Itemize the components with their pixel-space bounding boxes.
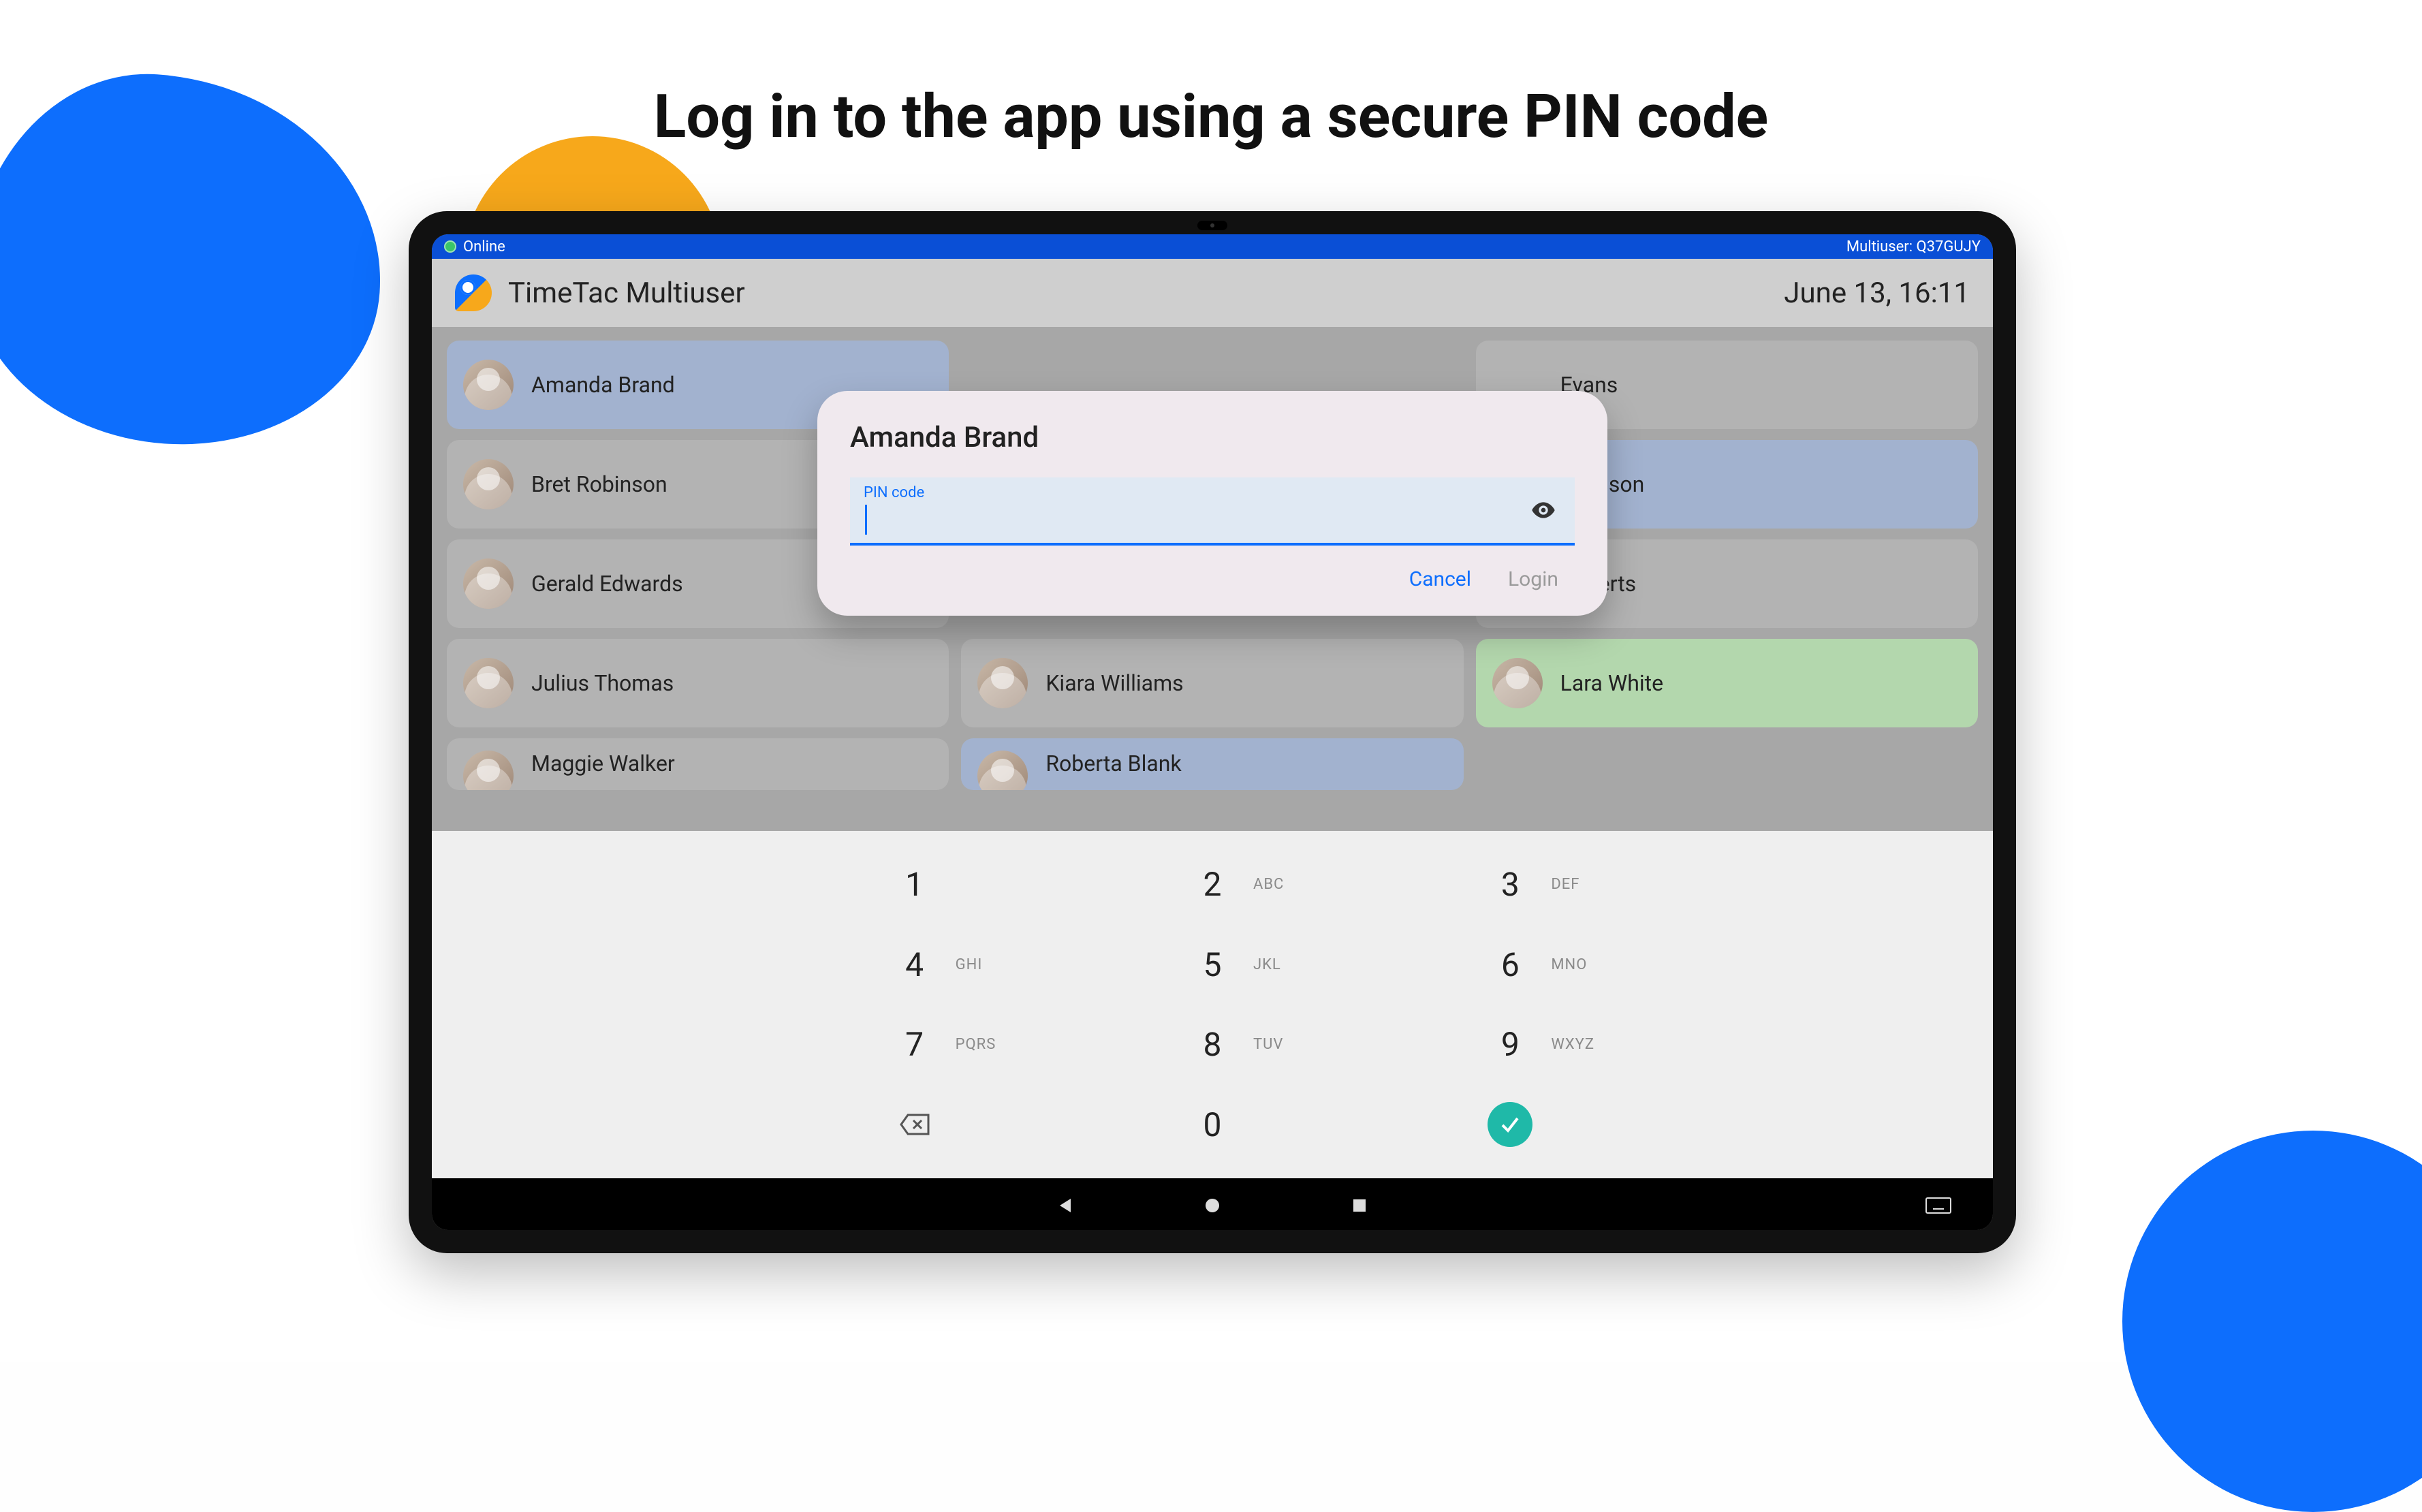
checkmark-icon bbox=[1498, 1113, 1522, 1136]
nav-recent-icon bbox=[1350, 1196, 1369, 1215]
keypad-key-1[interactable]: 1 bbox=[766, 845, 1063, 925]
multiuser-id-label: Multiuser: Q37GUJY bbox=[1846, 238, 1981, 255]
app-logo-icon bbox=[455, 274, 492, 311]
status-bar: Online Multiuser: Q37GUJY bbox=[432, 234, 1993, 259]
eye-icon bbox=[1530, 497, 1557, 524]
user-name-label: Amanda Brand bbox=[531, 372, 675, 398]
nav-back-icon bbox=[1056, 1196, 1075, 1215]
avatar-icon bbox=[463, 459, 514, 509]
tablet-frame: Online Multiuser: Q37GUJY TimeTac Multiu… bbox=[409, 211, 2016, 1253]
android-nav-bar bbox=[432, 1178, 1993, 1230]
keypad-backspace-button[interactable] bbox=[766, 1085, 1063, 1165]
user-name-label: Maggie Walker bbox=[531, 751, 675, 776]
keyboard-icon bbox=[1925, 1195, 1952, 1216]
numeric-keypad: 1 2ABC 3DEF 4GHI 5JKL 6MNO 7PQRS 8TUV 9W… bbox=[432, 831, 1993, 1178]
user-tile-kiara-williams[interactable]: Kiara Williams bbox=[961, 639, 1463, 727]
decorative-blob-blue-bottom bbox=[2122, 1131, 2422, 1512]
keypad-key-8[interactable]: 8TUV bbox=[1063, 1005, 1361, 1085]
pin-input-field[interactable]: PIN code bbox=[850, 477, 1575, 546]
avatar-icon bbox=[463, 360, 514, 410]
page-headline: Log in to the app using a secure PIN cod… bbox=[0, 82, 2422, 152]
keypad-key-7[interactable]: 7PQRS bbox=[766, 1005, 1063, 1085]
clock-label: June 13, 16:11 bbox=[1784, 277, 1970, 310]
avatar-icon bbox=[463, 751, 514, 790]
keypad-confirm-button[interactable] bbox=[1362, 1085, 1659, 1165]
avatar-icon bbox=[463, 658, 514, 708]
keypad-key-6[interactable]: 6MNO bbox=[1362, 925, 1659, 1005]
user-name-label: Gerald Edwards bbox=[531, 571, 683, 597]
backspace-icon bbox=[898, 1111, 931, 1138]
online-label: Online bbox=[463, 238, 505, 255]
app-title: TimeTac Multiuser bbox=[508, 277, 745, 310]
keypad-key-9[interactable]: 9WXYZ bbox=[1362, 1005, 1659, 1085]
user-tile-maggie-walker[interactable]: Maggie Walker bbox=[447, 738, 949, 790]
nav-recent-button[interactable] bbox=[1347, 1193, 1372, 1218]
user-tile-roberta-blank[interactable]: Roberta Blank bbox=[961, 738, 1463, 790]
text-caret bbox=[865, 505, 867, 535]
login-button[interactable]: Login bbox=[1508, 567, 1558, 591]
nav-back-button[interactable] bbox=[1053, 1193, 1078, 1218]
nav-keyboard-button[interactable] bbox=[1925, 1195, 1952, 1216]
keypad-key-3[interactable]: 3DEF bbox=[1362, 845, 1659, 925]
user-tile-lara-white[interactable]: Lara White bbox=[1476, 639, 1978, 727]
pin-login-dialog: Amanda Brand PIN code Cancel Login bbox=[817, 391, 1607, 616]
avatar-icon bbox=[1492, 658, 1543, 708]
user-name-label: Kiara Williams bbox=[1045, 670, 1183, 696]
toggle-visibility-button[interactable] bbox=[1528, 495, 1558, 525]
user-name-label: Julius Thomas bbox=[531, 670, 674, 696]
cancel-button[interactable]: Cancel bbox=[1409, 567, 1471, 591]
tablet-screen: Online Multiuser: Q37GUJY TimeTac Multiu… bbox=[432, 234, 1993, 1230]
tablet-camera bbox=[1197, 221, 1227, 230]
nav-home-button[interactable] bbox=[1200, 1193, 1225, 1218]
keypad-key-5[interactable]: 5JKL bbox=[1063, 925, 1361, 1005]
pin-input-label: PIN code bbox=[864, 484, 924, 501]
user-name-label: Roberta Blank bbox=[1045, 751, 1181, 776]
user-name-label: Bret Robinson bbox=[531, 471, 667, 497]
avatar-icon bbox=[463, 558, 514, 609]
keypad-key-4[interactable]: 4GHI bbox=[766, 925, 1063, 1005]
avatar-icon bbox=[977, 751, 1028, 790]
app-header: TimeTac Multiuser June 13, 16:11 bbox=[432, 259, 1993, 327]
user-tile-julius-thomas[interactable]: Julius Thomas bbox=[447, 639, 949, 727]
dialog-user-name: Amanda Brand bbox=[850, 421, 1575, 454]
user-name-label: Lara White bbox=[1560, 670, 1663, 696]
online-indicator-icon bbox=[444, 240, 456, 253]
keypad-key-2[interactable]: 2ABC bbox=[1063, 845, 1361, 925]
keypad-key-0[interactable]: 0 bbox=[1063, 1085, 1361, 1165]
avatar-icon bbox=[977, 658, 1028, 708]
nav-home-icon bbox=[1203, 1196, 1222, 1215]
pin-input[interactable] bbox=[864, 501, 1507, 535]
